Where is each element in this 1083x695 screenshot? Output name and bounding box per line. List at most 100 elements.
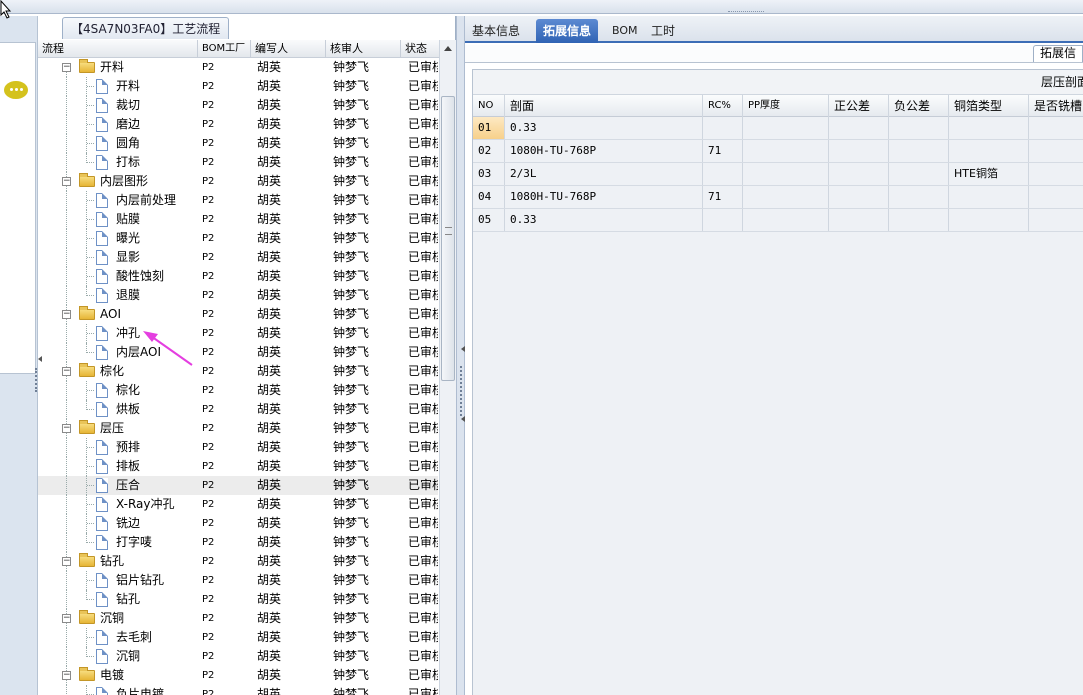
col-pp-thickness-cell[interactable] bbox=[743, 163, 829, 185]
tab-work-hours[interactable]: 工时 bbox=[644, 19, 682, 43]
col-pos-tolerance-cell[interactable] bbox=[829, 163, 889, 185]
tree-item-row[interactable]: 排板 P2 胡英 钟梦飞 已审核 bbox=[38, 457, 438, 476]
col-pp-thickness-cell[interactable] bbox=[743, 117, 829, 139]
col-neg-tolerance-cell[interactable] bbox=[889, 117, 949, 139]
chat-bubble-icon[interactable] bbox=[4, 81, 28, 99]
tree-item-row[interactable]: 负片电镀 P2 胡英 钟梦飞 已审核 bbox=[38, 685, 438, 695]
tree-item-row[interactable]: 烘板 P2 胡英 钟梦飞 已审核 bbox=[38, 400, 438, 419]
collapse-toggle-icon[interactable]: − bbox=[62, 614, 71, 623]
col-header-reviewer[interactable]: 核审人 bbox=[326, 40, 401, 58]
tree-item-row[interactable]: 压合 P2 胡英 钟梦飞 已审核 bbox=[38, 476, 438, 495]
col-foil-type-cell[interactable] bbox=[949, 140, 1029, 162]
col-rc-cell[interactable] bbox=[703, 163, 743, 185]
col-section-cell[interactable]: 2/3L bbox=[505, 163, 703, 185]
col-pp-thickness-header[interactable]: PP厚度 bbox=[743, 95, 829, 117]
col-foil-type-cell[interactable]: HTE铜箔 bbox=[949, 163, 1029, 185]
col-header-flow[interactable]: 流程 bbox=[38, 40, 198, 58]
col-section-cell[interactable]: 1080H-TU-768P bbox=[505, 186, 703, 208]
col-header-bom-factory[interactable]: BOM工厂 bbox=[198, 40, 251, 58]
col-neg-tolerance-cell[interactable] bbox=[889, 140, 949, 162]
tree-item-row[interactable]: 酸性蚀刻 P2 胡英 钟梦飞 已审核 bbox=[38, 267, 438, 286]
grid-row[interactable]: 02 1080H-TU-768P 71 bbox=[473, 140, 1083, 163]
col-rc-cell[interactable] bbox=[703, 117, 743, 139]
col-neg-tolerance-cell[interactable] bbox=[889, 163, 949, 185]
col-milling-slot-cell[interactable] bbox=[1029, 163, 1083, 185]
col-milling-slot-cell[interactable] bbox=[1029, 140, 1083, 162]
col-pos-tolerance-cell[interactable] bbox=[829, 140, 889, 162]
col-neg-tolerance-header[interactable]: 负公差 bbox=[889, 95, 949, 117]
col-section-cell[interactable]: 0.33 bbox=[505, 117, 703, 139]
tree-item-row[interactable]: 曝光 P2 胡英 钟梦飞 已审核 bbox=[38, 229, 438, 248]
col-pp-thickness-cell[interactable] bbox=[743, 186, 829, 208]
tree-folder-row[interactable]: − 内层图形 P2 胡英 钟梦飞 已审核 bbox=[38, 172, 438, 191]
col-pos-tolerance-cell[interactable] bbox=[829, 117, 889, 139]
tree-item-row[interactable]: 铣边 P2 胡英 钟梦飞 已审核 bbox=[38, 514, 438, 533]
collapse-toggle-icon[interactable]: − bbox=[62, 63, 71, 72]
tree-item-row[interactable]: 圆角 P2 胡英 钟梦飞 已审核 bbox=[38, 134, 438, 153]
tab-extended-info[interactable]: 拓展信息 bbox=[536, 19, 599, 43]
tree-folder-row[interactable]: − 层压 P2 胡英 钟梦飞 已审核 bbox=[38, 419, 438, 438]
scroll-thumb[interactable] bbox=[441, 96, 455, 381]
col-foil-type-header[interactable]: 铜箔类型 bbox=[949, 95, 1029, 117]
col-neg-tolerance-cell[interactable] bbox=[889, 209, 949, 231]
tree-item-row[interactable]: 预排 P2 胡英 钟梦飞 已审核 bbox=[38, 438, 438, 457]
col-pos-tolerance-cell[interactable] bbox=[829, 209, 889, 231]
tree-item-row[interactable]: 开料 P2 胡英 钟梦飞 已审核 bbox=[38, 77, 438, 96]
col-no-cell[interactable]: 03 bbox=[473, 163, 505, 185]
col-section-header[interactable]: 剖面 bbox=[505, 95, 703, 117]
tab-bom[interactable]: BOM bbox=[605, 19, 645, 43]
col-rc-cell[interactable]: 71 bbox=[703, 140, 743, 162]
col-milling-slot-cell[interactable] bbox=[1029, 209, 1083, 231]
tree-scrollbar[interactable] bbox=[439, 40, 456, 695]
collapse-toggle-icon[interactable]: − bbox=[62, 557, 71, 566]
col-pos-tolerance-header[interactable]: 正公差 bbox=[829, 95, 889, 117]
col-pp-thickness-cell[interactable] bbox=[743, 140, 829, 162]
tree-item-row[interactable]: 裁切 P2 胡英 钟梦飞 已审核 bbox=[38, 96, 438, 115]
col-no-cell[interactable]: 05 bbox=[473, 209, 505, 231]
tree-folder-row[interactable]: − 沉铜 P2 胡英 钟梦飞 已审核 bbox=[38, 609, 438, 628]
col-foil-type-cell[interactable] bbox=[949, 117, 1029, 139]
collapse-arrow-icon[interactable] bbox=[458, 416, 465, 422]
grid-row[interactable]: 03 2/3L HTE铜箔 bbox=[473, 163, 1083, 186]
tree-item-row[interactable]: 退膜 P2 胡英 钟梦飞 已审核 bbox=[38, 286, 438, 305]
col-foil-type-cell[interactable] bbox=[949, 209, 1029, 231]
col-no-cell[interactable]: 04 bbox=[473, 186, 505, 208]
tree-item-row[interactable]: 棕化 P2 胡英 钟梦飞 已审核 bbox=[38, 381, 438, 400]
collapse-toggle-icon[interactable]: − bbox=[62, 424, 71, 433]
tree-item-row[interactable]: 冲孔 P2 胡英 钟梦飞 已审核 bbox=[38, 324, 438, 343]
col-rc-header[interactable]: RC% bbox=[703, 95, 743, 117]
collapse-toggle-icon[interactable]: − bbox=[62, 310, 71, 319]
tree-folder-row[interactable]: − 电镀 P2 胡英 钟梦飞 已审核 bbox=[38, 666, 438, 685]
tree-folder-row[interactable]: − 钻孔 P2 胡英 钟梦飞 已审核 bbox=[38, 552, 438, 571]
sub-tab-extended[interactable]: 拓展信 bbox=[1032, 45, 1083, 62]
col-milling-slot-cell[interactable] bbox=[1029, 117, 1083, 139]
col-section-cell[interactable]: 1080H-TU-768P bbox=[505, 140, 703, 162]
collapse-toggle-icon[interactable]: − bbox=[62, 177, 71, 186]
top-splitter-grip[interactable] bbox=[728, 11, 764, 14]
tree-item-row[interactable]: 铝片钻孔 P2 胡英 钟梦飞 已审核 bbox=[38, 571, 438, 590]
col-neg-tolerance-cell[interactable] bbox=[889, 186, 949, 208]
tree-item-row[interactable]: 磨边 P2 胡英 钟梦飞 已审核 bbox=[38, 115, 438, 134]
col-no-header[interactable]: NO bbox=[473, 95, 505, 117]
process-flow-tab[interactable]: 【4SA7N03FA0】工艺流程 bbox=[62, 17, 230, 39]
tree-item-row[interactable]: 贴膜 P2 胡英 钟梦飞 已审核 bbox=[38, 210, 438, 229]
tree-item-row[interactable]: 打字唛 P2 胡英 钟梦飞 已审核 bbox=[38, 533, 438, 552]
tree-item-row[interactable]: X-Ray冲孔 P2 胡英 钟梦飞 已审核 bbox=[38, 495, 438, 514]
tree-item-row[interactable]: 内层AOI P2 胡英 钟梦飞 已审核 bbox=[38, 343, 438, 362]
tree-item-row[interactable]: 沉铜 P2 胡英 钟梦飞 已审核 bbox=[38, 647, 438, 666]
grid-row[interactable]: 04 1080H-TU-768P 71 bbox=[473, 186, 1083, 209]
tree-item-row[interactable]: 内层前处理 P2 胡英 钟梦飞 已审核 bbox=[38, 191, 438, 210]
tree-folder-row[interactable]: − 棕化 P2 胡英 钟梦飞 已审核 bbox=[38, 362, 438, 381]
grid-row[interactable]: 05 0.33 bbox=[473, 209, 1083, 232]
collapse-toggle-icon[interactable]: − bbox=[62, 367, 71, 376]
col-milling-slot-cell[interactable] bbox=[1029, 186, 1083, 208]
tree-item-row[interactable]: 钻孔 P2 胡英 钟梦飞 已审核 bbox=[38, 590, 438, 609]
col-no-cell[interactable]: 01 bbox=[473, 117, 505, 139]
tab-basic-info[interactable]: 基本信息 bbox=[465, 19, 527, 43]
col-no-cell[interactable]: 02 bbox=[473, 140, 505, 162]
col-rc-cell[interactable] bbox=[703, 209, 743, 231]
col-rc-cell[interactable]: 71 bbox=[703, 186, 743, 208]
col-milling-slot-header[interactable]: 是否铣槽 bbox=[1029, 95, 1083, 117]
grid-row[interactable]: 01 0.33 bbox=[473, 117, 1083, 140]
tree-item-row[interactable]: 打标 P2 胡英 钟梦飞 已审核 bbox=[38, 153, 438, 172]
